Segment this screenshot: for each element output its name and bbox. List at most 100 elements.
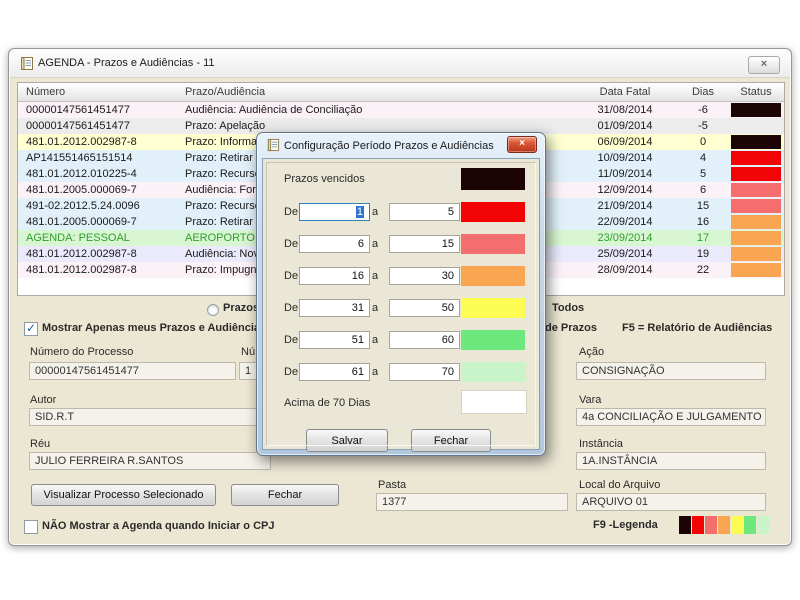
window-close-button[interactable]: × <box>748 56 780 74</box>
status-swatch <box>731 167 781 181</box>
config-period-dialog: Configuração Período Prazos e Audiências… <box>256 132 546 456</box>
dialog-body: Prazos vencidos De1a5De6a15De16a30De31a5… <box>262 158 540 450</box>
range-from-input[interactable]: 31 <box>299 299 370 317</box>
dialog-fechar-button[interactable]: Fechar <box>411 429 491 452</box>
a-label: a <box>372 270 378 282</box>
col-header-dias: Dias <box>678 83 728 101</box>
dialog-title: Configuração Período Prazos e Audiências <box>284 140 494 152</box>
col-header-data: Data Fatal <box>572 83 678 101</box>
show-mine-checkbox[interactable] <box>24 322 38 336</box>
a-label: a <box>372 206 378 218</box>
range-row: De61a 70 <box>263 363 539 383</box>
reu-label: Réu <box>30 438 50 450</box>
range-to-input[interactable]: 60 <box>389 331 460 349</box>
range-from-input[interactable]: 61 <box>299 363 370 381</box>
range-row: De51a 60 <box>263 331 539 351</box>
range-from-input[interactable]: 1 <box>299 203 370 221</box>
status-swatch <box>731 231 781 245</box>
col-header-prazo: Prazo/Audiência <box>182 83 572 101</box>
range-color-swatch <box>461 330 525 350</box>
range-to-input[interactable]: 30 <box>389 267 460 285</box>
status-swatch <box>731 215 781 229</box>
table-row[interactable]: 00000147561451477Audiência: Audiência de… <box>18 102 784 118</box>
range-row: De6a15 <box>263 235 539 255</box>
range-from-input[interactable]: 51 <box>299 331 370 349</box>
range-row: De1a5 <box>263 203 539 223</box>
table-header: Número Prazo/Audiência Data Fatal Dias S… <box>18 83 784 102</box>
numero-pasta-label-partial: Nú <box>241 346 255 358</box>
status-swatch <box>731 103 781 117</box>
range-color-swatch <box>461 202 525 222</box>
de-label: De <box>284 238 298 250</box>
agenda-icon <box>19 56 34 71</box>
salvar-button[interactable]: Salvar <box>306 429 388 452</box>
acao-field[interactable]: CONSIGNAÇÃO <box>576 362 766 380</box>
vara-field[interactable]: 4a CONCILIAÇÃO E JULGAMENTO <box>576 408 766 426</box>
numero-processo-label: Número do Processo <box>30 346 133 358</box>
f4-report-label-fragment: de Prazos <box>545 322 597 334</box>
autor-field[interactable]: SID.R.T <box>29 408 271 426</box>
pasta-label: Pasta <box>378 479 406 491</box>
fechar-agenda-button[interactable]: Fechar <box>231 484 339 506</box>
f5-report-label: F5 = Relatório de Audiências <box>622 322 772 334</box>
legend-swatch <box>705 516 717 534</box>
legend-swatch <box>731 516 743 534</box>
nao-mostrar-label: NÃO Mostrar a Agenda quando Iniciar o CP… <box>42 520 274 532</box>
pasta-field[interactable]: 1377 <box>376 493 568 511</box>
autor-label: Autor <box>30 394 56 406</box>
range-from-input[interactable]: 6 <box>299 235 370 253</box>
de-label: De <box>284 206 298 218</box>
dialog-icon <box>266 138 280 152</box>
legend-swatch <box>744 516 756 534</box>
radio-prazos-label: Prazos <box>223 302 259 314</box>
range-from-input[interactable]: 16 <box>299 267 370 285</box>
range-row: De31a50 <box>263 299 539 319</box>
col-header-numero: Número <box>18 83 182 101</box>
reu-field[interactable]: JULIO FERREIRA R.SANTOS <box>29 452 271 470</box>
radio-todos-label: Todos <box>552 302 584 314</box>
range-color-swatch <box>461 362 525 382</box>
nao-mostrar-checkbox[interactable] <box>24 520 38 534</box>
local-arquivo-field[interactable]: ARQUIVO 01 <box>576 493 766 511</box>
local-arquivo-label: Local do Arquivo <box>579 479 660 491</box>
status-swatch <box>731 151 781 165</box>
legend-label: F9 -Legenda <box>593 519 658 531</box>
acima-70-color-swatch <box>461 390 527 414</box>
de-label: De <box>284 302 298 314</box>
status-swatch <box>731 263 781 277</box>
range-to-input[interactable]: 50 <box>389 299 460 317</box>
range-color-swatch <box>461 298 525 318</box>
instancia-label: Instância <box>579 438 623 450</box>
radio-prazos[interactable] <box>207 304 219 316</box>
de-label: De <box>284 366 298 378</box>
visualizar-processo-button[interactable]: Visualizar Processo Selecionado <box>31 484 216 506</box>
instancia-field[interactable]: 1A.INSTÂNCIA <box>576 452 766 470</box>
legend-swatch <box>757 516 769 534</box>
a-label: a <box>372 366 378 378</box>
vencidos-color-swatch <box>461 168 525 190</box>
de-label: De <box>284 270 298 282</box>
a-label: a <box>372 334 378 346</box>
status-swatch <box>731 247 781 261</box>
status-swatch <box>731 199 781 213</box>
prazos-vencidos-label: Prazos vencidos <box>284 173 365 185</box>
range-color-swatch <box>461 234 525 254</box>
legend-swatch <box>718 516 730 534</box>
legend-swatch <box>692 516 704 534</box>
window-titlebar: AGENDA - Prazos e Audiências - 11 × <box>10 50 790 78</box>
legend-strip <box>679 516 769 534</box>
col-header-status: Status <box>728 83 784 101</box>
de-label: De <box>284 334 298 346</box>
acao-label: Ação <box>579 346 604 358</box>
legend-swatch <box>679 516 691 534</box>
range-to-input[interactable]: 5 <box>389 203 460 221</box>
dialog-close-button[interactable]: × <box>507 136 537 153</box>
vara-label: Vara <box>579 394 601 406</box>
range-to-input[interactable]: 15 <box>389 235 460 253</box>
acima-70-label: Acima de 70 Dias <box>284 397 370 409</box>
show-mine-label: Mostrar Apenas meus Prazos e Audiência <box>42 322 260 334</box>
numero-processo-field[interactable]: 00000147561451477 <box>29 362 236 380</box>
window-title: AGENDA - Prazos e Audiências - 11 <box>38 57 215 69</box>
range-row: De16a 30 <box>263 267 539 287</box>
range-to-input[interactable]: 70 <box>389 363 460 381</box>
